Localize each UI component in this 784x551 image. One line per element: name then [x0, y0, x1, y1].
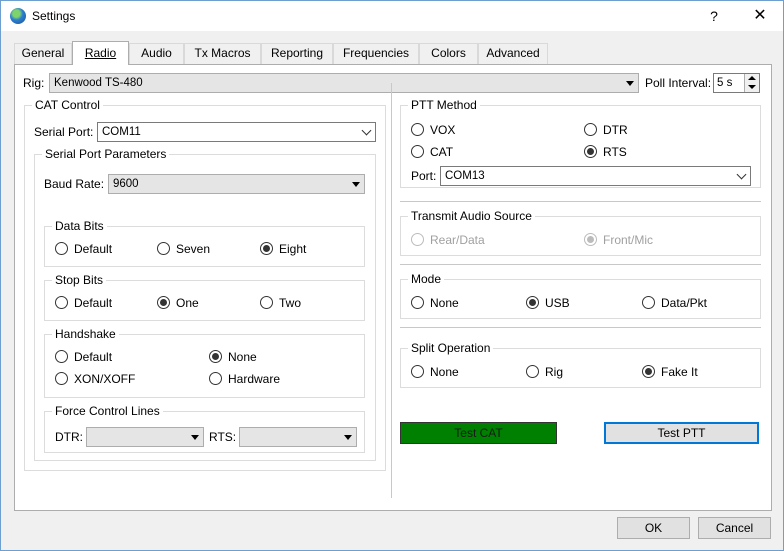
mode-group: Mode None USB Data/Pkt [400, 272, 761, 319]
up-arrow-icon [748, 76, 756, 80]
split-none-radio[interactable]: None [411, 365, 459, 381]
dtr-label: DTR: [55, 430, 83, 444]
rts-select[interactable] [239, 427, 357, 447]
ptt-rts-radio[interactable]: RTS [584, 145, 627, 161]
mode-none-radio[interactable]: None [411, 296, 459, 312]
baud-rate-select[interactable]: 9600 [108, 174, 365, 194]
settings-window: Settings ? ✕ General Radio Audio Tx Macr… [0, 0, 784, 551]
ptt-method-title: PTT Method [408, 98, 480, 112]
help-button[interactable]: ? [691, 1, 737, 31]
force-control-lines-group: Force Control Lines DTR: RTS: [44, 404, 365, 453]
serial-port-select[interactable]: COM11 [97, 122, 376, 142]
down-arrow-icon [748, 85, 756, 89]
dropdown-arrow-icon [626, 81, 634, 86]
baud-rate-label: Baud Rate: [44, 177, 105, 191]
ok-button[interactable]: OK [617, 517, 690, 539]
app-globe-icon [10, 8, 26, 24]
rig-select[interactable]: Kenwood TS-480 [49, 73, 639, 93]
handshake-hardware-radio[interactable]: Hardware [209, 372, 280, 388]
cat-control-group: CAT Control Serial Port: COM11 Serial Po… [24, 98, 386, 471]
data-bits-title: Data Bits [52, 219, 107, 233]
ptt-dtr-radio[interactable]: DTR [584, 123, 628, 139]
split-rig-radio[interactable]: Rig [526, 365, 563, 381]
separator [400, 264, 761, 265]
test-ptt-button[interactable]: Test PTT [604, 422, 759, 444]
stop-bits-default-radio[interactable]: Default [55, 296, 112, 312]
ptt-method-group: PTT Method VOX DTR CAT RTS Port: COM13 [400, 98, 761, 188]
tab-frequencies[interactable]: Frequencies [333, 43, 419, 64]
vertical-divider [391, 83, 392, 498]
data-bits-default-radio[interactable]: Default [55, 242, 112, 258]
tx-audio-front-radio[interactable]: Front/Mic [584, 233, 653, 249]
transmit-audio-group: Transmit Audio Source Rear/Data Front/Mi… [400, 209, 761, 256]
chevron-down-icon [736, 169, 747, 180]
serial-port-label: Serial Port: [34, 125, 94, 139]
stop-bits-two-radio[interactable]: Two [260, 296, 301, 312]
mode-usb-radio[interactable]: USB [526, 296, 570, 312]
transmit-audio-title: Transmit Audio Source [408, 209, 535, 223]
tab-radio[interactable]: Radio [72, 41, 129, 65]
poll-interval-spinner[interactable]: 5 s [713, 73, 760, 93]
handshake-none-radio[interactable]: None [209, 350, 257, 366]
radio-tab-page: Rig: Kenwood TS-480 Poll Interval: 5 s C… [14, 64, 772, 511]
handshake-group: Handshake Default None XON/XOFF Hardware [44, 327, 365, 398]
tab-audio[interactable]: Audio [129, 43, 184, 64]
handshake-default-radio[interactable]: Default [55, 350, 112, 366]
stop-bits-one-radio[interactable]: One [157, 296, 199, 312]
stop-bits-title: Stop Bits [52, 273, 107, 287]
mode-data-pkt-radio[interactable]: Data/Pkt [642, 296, 707, 312]
data-bits-seven-radio[interactable]: Seven [157, 242, 210, 258]
mode-title: Mode [408, 272, 445, 286]
split-operation-group: Split Operation None Rig Fake It [400, 341, 761, 388]
poll-interval-label: Poll Interval: [645, 76, 712, 90]
split-operation-title: Split Operation [408, 341, 494, 355]
rig-label: Rig: [23, 76, 45, 90]
serial-params-title: Serial Port Parameters [42, 147, 170, 161]
separator [400, 201, 761, 202]
rts-label: RTS: [209, 430, 237, 444]
dtr-select[interactable] [86, 427, 204, 447]
ptt-vox-radio[interactable]: VOX [411, 123, 455, 139]
chevron-down-icon [361, 125, 372, 136]
tab-colors[interactable]: Colors [419, 43, 478, 64]
ptt-port-select[interactable]: COM13 [440, 166, 751, 186]
tab-tx-macros[interactable]: Tx Macros [184, 43, 261, 64]
handshake-title: Handshake [52, 327, 119, 341]
tab-advanced[interactable]: Advanced [478, 43, 548, 64]
close-button[interactable]: ✕ [737, 1, 783, 31]
dropdown-arrow-icon [352, 182, 360, 187]
dropdown-arrow-icon [191, 435, 199, 440]
ptt-port-label: Port: [411, 169, 437, 183]
cat-control-title: CAT Control [32, 98, 103, 112]
data-bits-eight-radio[interactable]: Eight [260, 242, 306, 258]
force-control-lines-title: Force Control Lines [52, 404, 163, 418]
stop-bits-group: Stop Bits Default One Two [44, 273, 365, 321]
split-fake-it-radio[interactable]: Fake It [642, 365, 698, 381]
handshake-xonxoff-radio[interactable]: XON/XOFF [55, 372, 135, 388]
tab-general[interactable]: General [14, 43, 72, 64]
spinner-buttons[interactable] [744, 74, 759, 92]
dropdown-arrow-icon [344, 435, 352, 440]
test-cat-button[interactable]: Test CAT [400, 422, 557, 444]
ptt-cat-radio[interactable]: CAT [411, 145, 453, 161]
window-title: Settings [32, 9, 76, 23]
tab-reporting[interactable]: Reporting [261, 43, 333, 64]
separator [400, 327, 761, 328]
title-bar: Settings ? ✕ [1, 1, 783, 31]
tx-audio-rear-radio[interactable]: Rear/Data [411, 233, 485, 249]
cancel-button[interactable]: Cancel [698, 517, 771, 539]
serial-params-group: Serial Port Parameters Baud Rate: 9600 D… [34, 147, 376, 461]
data-bits-group: Data Bits Default Seven Eight [44, 219, 365, 267]
